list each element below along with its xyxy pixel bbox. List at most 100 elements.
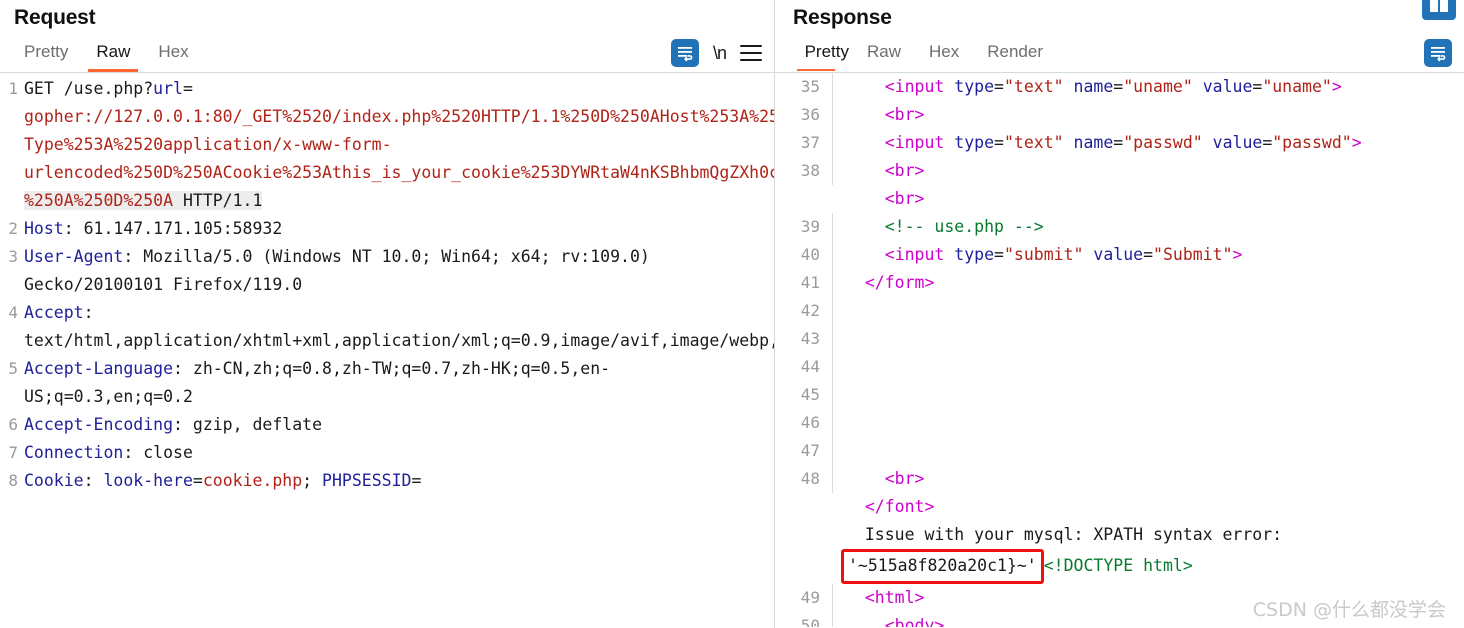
code-token: = xyxy=(192,471,203,490)
line-number: 49 xyxy=(775,584,833,612)
code-token: = xyxy=(182,79,193,98)
code-line: 4 Accept: text/html,application/xhtml+xml… xyxy=(0,299,774,355)
word-wrap-icon[interactable] xyxy=(670,39,699,67)
code-line: gopher://127.0.0.1:80/_GET%2520/index.ph… xyxy=(0,103,774,187)
code-line: 36 <br> xyxy=(775,101,1464,129)
code-token: "submit" xyxy=(1003,245,1084,264)
line-number: 48 xyxy=(775,465,833,493)
line-number: 37 xyxy=(775,129,833,157)
code-token: type xyxy=(954,133,995,152)
code-token: = xyxy=(994,133,1004,152)
code-token: Accept-Encoding xyxy=(24,415,174,434)
code-line-content: <br> xyxy=(845,465,1464,493)
code-token: gopher://127.0.0.1:80/_GET%2520/index.ph… xyxy=(24,107,774,182)
csdn-watermark: CSDN @什么都没学会 xyxy=(1252,599,1446,621)
code-line: 42 xyxy=(775,297,1464,325)
tab-request-hex[interactable]: Hex xyxy=(144,35,202,71)
line-number: 46 xyxy=(775,409,833,437)
code-token: value xyxy=(1093,245,1144,264)
code-line: 8 Cookie: look-here=cookie.php; PHPSESSID… xyxy=(0,467,774,495)
code-token: input xyxy=(894,245,945,264)
code-line-content xyxy=(845,381,1464,409)
code-line: %250A%250D%250A HTTP/1.1 xyxy=(0,187,774,215)
line-number: 43 xyxy=(775,325,833,353)
code-token: = xyxy=(1113,133,1124,152)
line-number: 1 xyxy=(8,79,18,98)
line-number: 36 xyxy=(775,101,833,129)
code-line-content: User-Agent: Mozilla/5.0 (Windows NT 10.0… xyxy=(24,243,774,299)
code-line: 37 <input type="text" name="passwd" valu… xyxy=(775,129,1464,157)
code-token: "passwd" xyxy=(1272,133,1352,152)
code-token: : close xyxy=(123,443,193,462)
code-token: : text/html,application/xhtml+xml,applic… xyxy=(24,303,774,350)
tab-response-pretty[interactable]: Pretty xyxy=(797,35,853,71)
code-line: 3 User-Agent: Mozilla/5.0 (Windows NT 10.… xyxy=(0,243,774,299)
code-line: Issue with your mysql: XPATH syntax erro… xyxy=(775,521,1464,549)
request-scrollbar[interactable] xyxy=(769,74,774,628)
code-token: : xyxy=(83,471,104,490)
word-wrap-icon[interactable] xyxy=(1424,39,1452,67)
code-token: <!DOCTYPE html> xyxy=(1043,556,1193,575)
code-line: 44 xyxy=(775,353,1464,381)
line-number: 3 xyxy=(8,247,18,266)
code-line-content: GET /use.php?url= xyxy=(24,75,774,103)
split-view-icon[interactable] xyxy=(1422,0,1456,20)
code-token: <br> xyxy=(845,161,925,180)
code-line: 45 xyxy=(775,381,1464,409)
code-line: 1 GET /use.php?url= xyxy=(0,75,774,103)
tab-response-hex[interactable]: Hex xyxy=(915,35,973,71)
code-line-content: Accept-Language: zh-CN,zh;q=0.8,zh-TW;q=… xyxy=(24,355,774,411)
code-token: input xyxy=(894,133,945,152)
line-number: 45 xyxy=(775,381,833,409)
code-token: input xyxy=(894,77,945,96)
code-token: name xyxy=(1073,133,1114,152)
request-code-area[interactable]: 1 GET /use.php?url= gopher://127.0.0.1:80/… xyxy=(0,73,774,628)
code-token: = xyxy=(1252,77,1263,96)
line-number: 4 xyxy=(8,303,18,322)
code-line: '~515a8f820a20c1}~' <!DOCTYPE html> xyxy=(775,549,1464,584)
code-line: 39 <!-- use.php --> xyxy=(775,213,1464,241)
code-token: <html> xyxy=(845,588,925,607)
response-panel-title: Response xyxy=(793,6,892,29)
code-token: <body> xyxy=(845,616,945,627)
code-line: 6 Accept-Encoding: gzip, deflate xyxy=(0,411,774,439)
code-line: 38 <br> xyxy=(775,157,1464,185)
response-code-area[interactable]: 35 <input type="text" name="uname" value… xyxy=(775,73,1464,627)
code-line: 7 Connection: close xyxy=(0,439,774,467)
hamburger-menu-icon[interactable] xyxy=(740,45,762,61)
code-token: Connection xyxy=(24,443,124,462)
line-number: 39 xyxy=(775,213,833,241)
code-token: = xyxy=(994,77,1004,96)
code-line-content xyxy=(845,409,1464,437)
code-token: : 61.147.171.105:58932 xyxy=(63,219,283,238)
line-number: 42 xyxy=(775,297,833,325)
response-float-icons xyxy=(1422,0,1456,20)
code-token: Issue with your mysql: XPATH syntax erro… xyxy=(845,525,1293,544)
code-line-content: <input type="text" name="uname" value="u… xyxy=(845,73,1464,101)
burp-request-response-viewer: Request Pretty Raw Hex \n 1 GET /use.php… xyxy=(0,0,1464,628)
code-line: <br> xyxy=(775,185,1464,213)
code-line: 2 Host: 61.147.171.105:58932 xyxy=(0,215,774,243)
newline-toggle-icon[interactable]: \n xyxy=(713,43,727,64)
code-token: "text" xyxy=(1003,133,1064,152)
code-token: GET /use.php? xyxy=(24,79,154,98)
code-line-content: Accept: text/html,application/xhtml+xml,… xyxy=(24,299,774,355)
line-number: 8 xyxy=(8,471,18,490)
code-token: = xyxy=(994,245,1004,264)
code-token: > xyxy=(1331,77,1342,96)
response-tabbar-actions xyxy=(1424,34,1452,72)
tab-response-raw[interactable]: Raw xyxy=(853,35,915,71)
code-token: type xyxy=(954,77,995,96)
code-line: 47 xyxy=(775,437,1464,465)
line-number: 7 xyxy=(8,443,18,462)
code-line-content: %250A%250D%250A HTTP/1.1 xyxy=(24,187,774,215)
tab-request-pretty[interactable]: Pretty xyxy=(10,35,82,71)
tab-request-raw[interactable]: Raw xyxy=(82,35,144,72)
code-token: <br> xyxy=(845,189,925,208)
tab-response-render[interactable]: Render xyxy=(973,35,1057,71)
line-number: 41 xyxy=(775,269,833,297)
request-panel-title: Request xyxy=(14,6,96,29)
